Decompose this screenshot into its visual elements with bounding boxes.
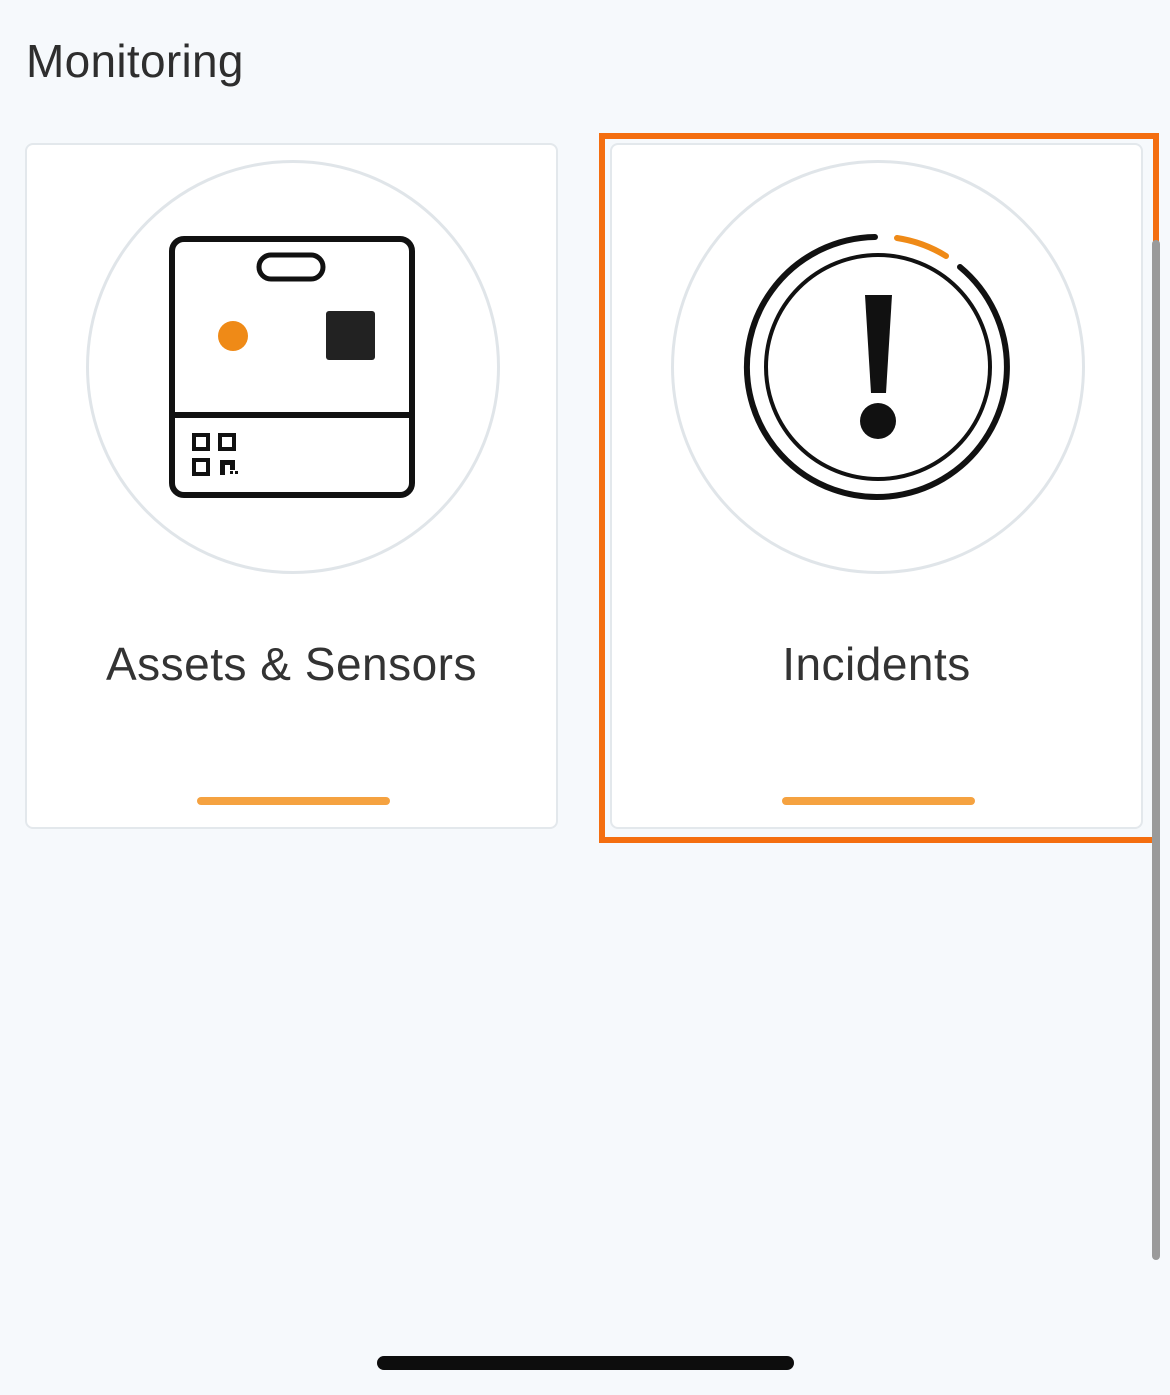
card-label: Incidents [782,638,971,690]
icon-circle [671,160,1085,574]
assets-sensors-card[interactable]: Assets & Sensors [25,143,558,829]
home-indicator[interactable] [377,1356,794,1370]
card-accent-bar [197,797,390,805]
scrollbar[interactable] [1152,240,1160,1260]
incident-alert-icon [743,234,1010,500]
icon-circle [86,160,500,574]
incidents-card[interactable]: Incidents [610,143,1143,829]
asset-sensor-device-icon [169,236,415,498]
section-title: Monitoring [26,35,244,87]
card-label: Assets & Sensors [105,638,478,690]
card-accent-bar [782,797,975,805]
